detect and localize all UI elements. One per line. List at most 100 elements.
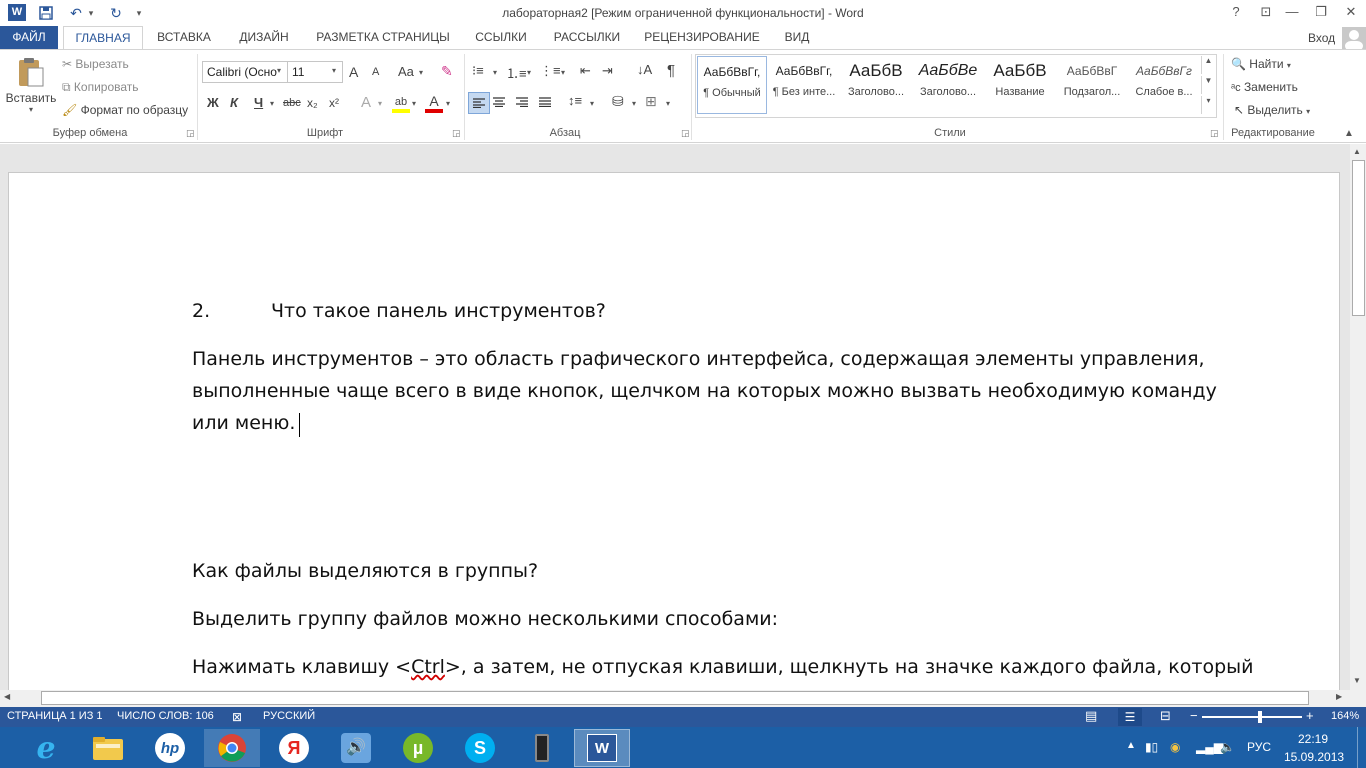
keyboard-language[interactable]: РУС (1247, 740, 1271, 754)
paste-button[interactable]: Вставить ▾ (5, 54, 57, 120)
change-case-dropdown-icon[interactable]: ▾ (419, 68, 423, 77)
spell-error-word[interactable]: Ctrl (411, 656, 445, 678)
zoom-out-button[interactable]: − (1190, 708, 1198, 723)
change-case-icon[interactable]: Aa (398, 64, 414, 79)
font-name-select[interactable]: Calibri (Осно (202, 61, 288, 83)
help-button[interactable]: ? (1221, 2, 1251, 22)
select-button[interactable]: ↖ Выделить ▾ (1234, 103, 1310, 117)
clipboard-dialog-launcher-icon[interactable]: ◲ (186, 128, 195, 139)
collapse-ribbon-icon[interactable]: ▲ (1344, 128, 1354, 139)
underline-button[interactable]: Ч (254, 95, 263, 110)
language-indicator[interactable]: РУССКИЙ (263, 710, 315, 722)
align-right-button[interactable] (516, 96, 528, 110)
cut-button[interactable]: ✂ Вырезать (62, 57, 129, 71)
highlight-button[interactable]: ab (392, 94, 410, 114)
horizontal-scroll-thumb[interactable] (41, 691, 1309, 705)
numbering-dropdown-icon[interactable]: ▾ (527, 68, 531, 77)
show-desktop-button[interactable] (1357, 727, 1366, 768)
bold-button[interactable]: Ж (207, 95, 219, 110)
taskbar-utorrent[interactable]: µ (390, 729, 446, 767)
web-layout-icon[interactable]: ⊟ (1160, 708, 1171, 724)
style-heading-2[interactable]: АаБбВе Заголово... (913, 56, 983, 114)
vertical-scroll-thumb[interactable] (1352, 160, 1365, 316)
taskbar-yandex[interactable]: Я (266, 729, 322, 767)
format-painter-button[interactable]: 🖌 Формат по образцу (62, 103, 188, 117)
zoom-slider-thumb[interactable] (1258, 711, 1262, 723)
style-subtitle[interactable]: АаБбВвГ Подзагол... (1057, 56, 1127, 114)
taskbar-phone-app[interactable] (514, 729, 570, 767)
zoom-slider-track[interactable] (1202, 716, 1302, 718)
text-effects-icon[interactable]: A (361, 94, 371, 111)
taskbar-chrome[interactable] (204, 729, 260, 767)
show-formatting-icon[interactable]: ¶ (667, 62, 675, 79)
line-spacing-icon[interactable]: ↕≡ (568, 93, 582, 108)
strikethrough-button[interactable]: abc (283, 97, 301, 109)
sort-icon[interactable]: ↓A (637, 62, 652, 77)
justify-button[interactable] (539, 96, 551, 110)
restore-button[interactable]: ❐ (1306, 2, 1336, 22)
superscript-button[interactable]: x² (329, 96, 339, 110)
shading-icon[interactable]: ⛁ (612, 93, 624, 110)
taskbar-ie[interactable]: e (18, 729, 74, 767)
italic-button[interactable]: К (230, 95, 238, 110)
tab-review[interactable]: РЕЦЕНЗИРОВАНИЕ (640, 26, 764, 50)
zoom-in-button[interactable]: + (1306, 708, 1314, 723)
subscript-button[interactable]: x₂ (307, 96, 318, 110)
read-mode-icon[interactable]: ▤ (1085, 708, 1097, 724)
copy-button[interactable]: ⧉ Копировать (62, 80, 139, 95)
line-spacing-dropdown-icon[interactable]: ▾ (590, 99, 594, 108)
clock-time[interactable]: 22:19 (1298, 732, 1328, 746)
network-icon[interactable]: ▂▄▆ (1196, 740, 1223, 754)
styles-dialog-launcher-icon[interactable]: ◲ (1210, 128, 1219, 139)
style-heading-1[interactable]: АаБбВ Заголово... (841, 56, 911, 114)
styles-scroll-down-icon[interactable]: ▼ (1201, 76, 1215, 94)
taskbar-hp[interactable]: hp (142, 729, 198, 767)
proofing-icon[interactable]: ⊠ (232, 710, 242, 724)
security-icon[interactable]: ◉ (1170, 740, 1180, 754)
zoom-level[interactable]: 164% (1331, 710, 1359, 722)
highlight-dropdown-icon[interactable]: ▾ (412, 99, 416, 108)
underline-dropdown-icon[interactable]: ▾ (270, 99, 274, 108)
style-normal[interactable]: АаБбВвГг, ¶ Обычный (697, 56, 767, 114)
taskbar-media[interactable]: 🔊 (328, 729, 384, 767)
tab-references[interactable]: ССЫЛКИ (468, 26, 534, 50)
text-effects-dropdown-icon[interactable]: ▾ (378, 99, 382, 108)
user-avatar-icon[interactable] (1342, 27, 1366, 49)
tab-insert[interactable]: ВСТАВКА (150, 26, 218, 50)
font-size-dropdown-icon[interactable]: ▾ (332, 66, 336, 75)
word-count[interactable]: ЧИСЛО СЛОВ: 106 (117, 710, 214, 722)
shading-dropdown-icon[interactable]: ▾ (632, 99, 636, 108)
page-count[interactable]: СТРАНИЦА 1 ИЗ 1 (7, 710, 103, 722)
decrease-indent-icon[interactable]: ⇤ (580, 63, 591, 79)
find-button[interactable]: 🔍 Найти ▾ (1231, 57, 1291, 71)
volume-icon[interactable]: 🔈 (1220, 740, 1235, 754)
tab-design[interactable]: ДИЗАЙН (230, 26, 298, 50)
grow-font-icon[interactable]: A (349, 64, 358, 80)
font-color-button[interactable]: A (425, 93, 443, 113)
minimize-button[interactable]: — (1277, 2, 1307, 22)
scroll-left-icon[interactable]: ◀ (4, 692, 10, 701)
borders-icon[interactable]: ⊞ (645, 93, 657, 110)
sign-in-link[interactable]: Вход (1308, 31, 1335, 45)
close-button[interactable]: ✕ (1336, 2, 1366, 22)
scroll-right-icon[interactable]: ▶ (1336, 692, 1342, 701)
styles-more-icon[interactable]: ▾ (1201, 96, 1215, 114)
font-color-dropdown-icon[interactable]: ▾ (446, 99, 450, 108)
taskbar-explorer[interactable] (80, 729, 136, 767)
clock-date[interactable]: 15.09.2013 (1284, 750, 1344, 764)
scroll-down-icon[interactable]: ▼ (1353, 676, 1361, 685)
align-center-button[interactable] (493, 96, 505, 110)
taskbar-word[interactable]: W (574, 729, 630, 767)
style-subtle-emphasis[interactable]: АаБбВвГг Слабое в... (1129, 56, 1199, 114)
paragraph-dialog-launcher-icon[interactable]: ◲ (681, 128, 690, 139)
network-device-icon[interactable]: ▮▯ (1145, 740, 1158, 754)
style-no-spacing[interactable]: АаБбВвГг, ¶ Без инте... (769, 56, 839, 114)
print-layout-icon[interactable]: ☰ (1118, 708, 1142, 726)
tab-file[interactable]: ФАЙЛ (0, 26, 58, 50)
show-hidden-icons[interactable]: ▲ (1126, 740, 1136, 751)
borders-dropdown-icon[interactable]: ▾ (666, 99, 670, 108)
bullets-dropdown-icon[interactable]: ▾ (493, 68, 497, 77)
clear-formatting-icon[interactable]: ✎ (441, 63, 453, 80)
multilevel-list-icon[interactable]: ⋮≡ (540, 63, 561, 79)
shrink-font-icon[interactable]: A (372, 66, 379, 78)
